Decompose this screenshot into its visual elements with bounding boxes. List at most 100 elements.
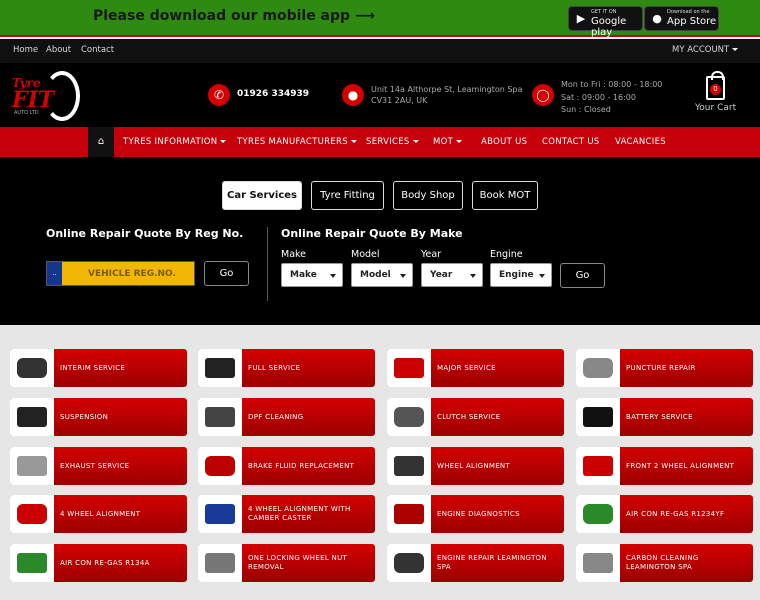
service-image xyxy=(576,447,620,485)
reg-number-input[interactable]: .. VEHICLE REG.NO. xyxy=(46,261,195,286)
hours-saturday: Sat : 09:00 - 16:00 xyxy=(561,92,636,102)
nav-label: MOT xyxy=(433,137,454,147)
logo-text-auto: AUTO LTD xyxy=(14,110,39,116)
service-card[interactable]: SUSPENSION xyxy=(10,398,187,436)
location-pin-icon: ● xyxy=(342,84,364,106)
tab-book-mot[interactable]: Book MOT xyxy=(472,181,538,210)
top-nav-contact-link[interactable]: Contact xyxy=(81,45,114,55)
google-play-big-text: Google play xyxy=(591,16,627,38)
reg-go-button[interactable]: Go xyxy=(204,261,249,286)
service-card[interactable]: INTERIM SERVICE xyxy=(10,349,187,387)
nav-tyres-information[interactable]: TYRES INFORMATION xyxy=(123,137,227,147)
repair-quote-section: Car Services Tyre Fitting Body Shop Book… xyxy=(0,157,760,325)
service-label: FRONT 2 WHEEL ALIGNMENT xyxy=(626,461,735,470)
phone-number[interactable]: 01926 334939 xyxy=(237,89,309,99)
engine-select-value: Engine xyxy=(499,270,534,280)
cart-count-badge: 0 xyxy=(710,84,721,95)
make-go-button[interactable]: Go xyxy=(560,263,605,288)
service-card[interactable]: WHEEL ALIGNMENT xyxy=(387,447,564,485)
tab-car-services[interactable]: Car Services xyxy=(222,181,302,210)
service-picture xyxy=(394,358,424,378)
nav-label: SERVICES xyxy=(366,137,410,147)
service-label: CLUTCH SERVICE xyxy=(437,412,501,421)
service-card[interactable]: FRONT 2 WHEEL ALIGNMENT xyxy=(576,447,753,485)
google-play-small-text: GET IT ON xyxy=(591,9,617,15)
service-image xyxy=(576,495,620,533)
service-image xyxy=(198,544,242,582)
nav-about-us[interactable]: ABOUT US xyxy=(481,137,527,147)
nav-label: TYRES INFORMATION xyxy=(123,137,218,147)
hours-weekdays: Mon to Fri : 08:00 - 18:00 xyxy=(561,80,663,89)
make-select-value: Make xyxy=(290,270,317,280)
chevron-down-icon xyxy=(539,274,545,278)
service-picture xyxy=(583,553,613,573)
service-card[interactable]: DPF CLEANING xyxy=(198,398,375,436)
service-label: 4 WHEEL ALIGNMENT WITH CAMBER CASTER xyxy=(248,505,351,522)
nav-vacancies[interactable]: VACANCIES xyxy=(615,137,666,147)
tab-body-shop[interactable]: Body Shop xyxy=(393,181,463,210)
service-card[interactable]: MAJOR SERVICE xyxy=(387,349,564,387)
service-image xyxy=(576,398,620,436)
service-image xyxy=(198,349,242,387)
app-store-button[interactable]: ● Download on the App Store xyxy=(644,6,719,31)
service-card[interactable]: FULL SERVICE xyxy=(198,349,375,387)
top-nav-about-link[interactable]: About xyxy=(46,45,71,55)
service-card[interactable]: ENGINE REPAIR LEAMINGTON SPA xyxy=(387,544,564,582)
service-image xyxy=(198,447,242,485)
service-image xyxy=(387,398,431,436)
service-label: 4 WHEEL ALIGNMENT xyxy=(60,509,141,518)
top-nav-home-link[interactable]: Home xyxy=(13,45,38,55)
tyrefit-logo[interactable]: Tyre FIT AUTO LTD xyxy=(10,68,82,123)
tab-tyre-fitting[interactable]: Tyre Fitting xyxy=(311,181,384,210)
make-label: Make xyxy=(281,249,307,260)
engine-select[interactable]: Engine xyxy=(490,263,552,287)
service-picture xyxy=(17,504,47,524)
chevron-down-icon xyxy=(220,140,227,143)
main-nav: ⌂ TYRES INFORMATION TYRES MANUFACTURERS … xyxy=(0,127,760,157)
service-card[interactable]: PUNCTURE REPAIR xyxy=(576,349,753,387)
year-select-value: Year xyxy=(430,270,453,280)
chevron-down-icon xyxy=(732,48,739,51)
app-store-big-text: App Store xyxy=(667,16,717,27)
service-image xyxy=(198,495,242,533)
service-card[interactable]: AIR CON RE-GAS R134A xyxy=(10,544,187,582)
service-picture xyxy=(394,504,424,524)
model-select[interactable]: Model xyxy=(351,263,413,287)
service-card[interactable]: CLUTCH SERVICE xyxy=(387,398,564,436)
service-card[interactable]: BATTERY SERVICE xyxy=(576,398,753,436)
clock-icon: ◯ xyxy=(532,84,554,106)
nav-mot[interactable]: MOT xyxy=(433,137,463,147)
year-label: Year xyxy=(421,249,442,260)
nav-tyres-manufacturers[interactable]: TYRES MANUFACTURERS xyxy=(237,137,357,147)
service-image xyxy=(10,544,54,582)
service-card[interactable]: 4 WHEEL ALIGNMENT xyxy=(10,495,187,533)
service-picture xyxy=(17,553,47,573)
service-card[interactable]: BRAKE FLUID REPLACEMENT xyxy=(198,447,375,485)
section-divider xyxy=(267,227,268,301)
make-select[interactable]: Make xyxy=(281,263,343,287)
service-label: ONE LOCKING WHEEL NUT REMOVAL xyxy=(248,554,348,571)
cart-button[interactable]: 0 Your Cart xyxy=(694,71,736,116)
service-picture xyxy=(394,407,424,427)
nav-contact-us[interactable]: CONTACT US xyxy=(542,137,600,147)
service-label: CARBON CLEANING LEAMINGTON SPA xyxy=(626,554,699,571)
my-account-dropdown[interactable]: MY ACCOUNT xyxy=(672,45,739,55)
service-image xyxy=(10,447,54,485)
year-select[interactable]: Year xyxy=(421,263,483,287)
service-card[interactable]: CARBON CLEANING LEAMINGTON SPA xyxy=(576,544,753,582)
service-label: AIR CON RE-GAS R1234YF xyxy=(626,509,725,518)
nav-services[interactable]: SERVICES xyxy=(366,137,419,147)
home-icon[interactable]: ⌂ xyxy=(88,127,114,157)
chevron-down-icon xyxy=(350,140,357,143)
service-card[interactable]: AIR CON RE-GAS R1234YF xyxy=(576,495,753,533)
chevron-down-icon xyxy=(330,274,336,278)
service-card[interactable]: ONE LOCKING WHEEL NUT REMOVAL xyxy=(198,544,375,582)
service-picture xyxy=(394,456,424,476)
service-label: WHEEL ALIGNMENT xyxy=(437,461,511,470)
service-card[interactable]: EXHAUST SERVICE xyxy=(10,447,187,485)
service-card[interactable]: 4 WHEEL ALIGNMENT WITH CAMBER CASTER xyxy=(198,495,375,533)
google-play-icon: ▶ xyxy=(576,12,586,25)
google-play-button[interactable]: ▶ GET IT ON Google play xyxy=(568,6,643,38)
nav-label: TYRES MANUFACTURERS xyxy=(237,137,348,147)
service-card[interactable]: ENGINE DIAGNOSTICS xyxy=(387,495,564,533)
